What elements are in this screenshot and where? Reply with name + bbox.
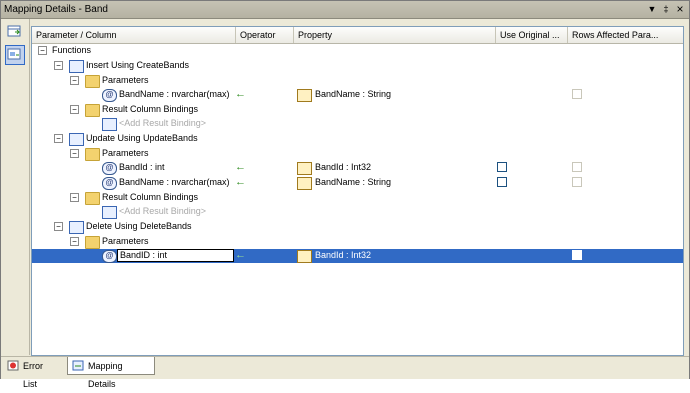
tab-label: Mapping Details [88, 361, 123, 389]
parameter-icon: @ [102, 177, 117, 190]
tree-row-delete-parameters[interactable]: − Parameters [32, 235, 683, 249]
window-position-dropdown-icon[interactable]: ▼ [646, 3, 658, 15]
mapping-arrow-icon: ← [235, 249, 246, 261]
use-original-checkbox[interactable] [497, 177, 507, 187]
folder-icon [85, 236, 100, 249]
parameters-label: Parameters [102, 148, 149, 158]
tree-row-insert-function[interactable]: − Insert Using CreateBands [32, 59, 683, 73]
property-value[interactable]: BandName : String [315, 177, 391, 187]
tree-row-insert-param-bandname[interactable]: @ BandName : nvarchar(max) ← BandName : … [32, 88, 683, 102]
folder-icon [85, 148, 100, 161]
mapping-details-icon [72, 360, 84, 371]
collapse-toggle[interactable]: − [70, 149, 79, 158]
update-function-label: Update Using UpdateBands [86, 133, 198, 143]
add-binding-icon [102, 206, 117, 219]
tree-row-insert-result-bindings[interactable]: − Result Column Bindings [32, 103, 683, 117]
property-value[interactable]: BandId : Int32 [315, 162, 371, 172]
column-header-row: Parameter / Column Operator Property Use… [32, 27, 683, 44]
property-icon [297, 89, 312, 102]
tree-row-update-add-binding[interactable]: <Add Result Binding> [32, 205, 683, 219]
map-to-tables-button[interactable] [5, 22, 25, 42]
auto-hide-pin-icon[interactable]: ‡ [660, 3, 672, 15]
tree-row-update-param-bandid[interactable]: @ BandId : int ← BandId : Int32 [32, 161, 683, 175]
view-toolbar [1, 19, 30, 355]
collapse-toggle[interactable]: − [54, 134, 63, 143]
use-original-checkbox[interactable] [497, 162, 507, 172]
result-bindings-label: Result Column Bindings [102, 104, 199, 114]
add-result-binding-link[interactable]: <Add Result Binding> [119, 206, 206, 216]
column-header-rows-affected[interactable]: Rows Affected Para... [568, 27, 683, 43]
map-to-functions-button[interactable] [5, 45, 25, 65]
title-bar: Mapping Details - Band ▼ ‡ × [1, 1, 689, 19]
collapse-toggle[interactable]: − [38, 46, 47, 55]
tree-row-update-function[interactable]: − Update Using UpdateBands [32, 132, 683, 146]
collapse-toggle[interactable]: − [70, 76, 79, 85]
property-value[interactable]: BandName : String [315, 89, 391, 99]
rows-affected-checkbox [572, 89, 582, 99]
parameter-icon: @ [102, 89, 117, 102]
tree-row-insert-parameters[interactable]: − Parameters [32, 74, 683, 88]
parameters-label: Parameters [102, 75, 149, 85]
key-property-icon [297, 162, 312, 175]
tree-row-functions[interactable]: − Functions [32, 44, 683, 58]
function-icon [69, 221, 84, 234]
insert-function-label: Insert Using CreateBands [86, 60, 190, 70]
mapping-grid[interactable]: Parameter / Column Operator Property Use… [31, 26, 684, 356]
collapse-toggle[interactable]: − [70, 193, 79, 202]
column-header-use-original[interactable]: Use Original ... [496, 27, 568, 43]
close-icon[interactable]: × [674, 3, 686, 15]
mapping-arrow-icon: ← [235, 161, 246, 173]
tab-mapping-details[interactable]: Mapping Details [67, 357, 155, 389]
parameter-icon: @ [102, 250, 117, 263]
add-binding-icon [102, 118, 117, 131]
collapse-toggle[interactable]: − [54, 61, 63, 70]
parameter-label: BandID : int [120, 250, 168, 260]
parameter-label: BandName : nvarchar(max) [119, 89, 230, 99]
collapse-toggle[interactable]: − [54, 222, 63, 231]
folder-icon [85, 75, 100, 88]
result-bindings-label: Result Column Bindings [102, 192, 199, 202]
function-icon [69, 60, 84, 73]
folder-icon [85, 192, 100, 205]
key-property-icon [297, 250, 312, 263]
tree-row-update-param-bandname[interactable]: @ BandName : nvarchar(max) ← BandName : … [32, 176, 683, 190]
tab-error-list[interactable]: Error List [3, 357, 65, 389]
error-list-icon [7, 360, 19, 371]
map-to-functions-icon [7, 48, 21, 60]
window-title: Mapping Details - Band [4, 4, 108, 15]
collapse-toggle[interactable]: − [70, 237, 79, 246]
tree-row-delete-function[interactable]: − Delete Using DeleteBands [32, 220, 683, 234]
tree-row-update-result-bindings[interactable]: − Result Column Bindings [32, 191, 683, 205]
property-value[interactable]: BandId : Int32 [315, 250, 371, 260]
mapping-arrow-icon: ← [235, 176, 246, 188]
functions-label: Functions [52, 45, 92, 55]
rows-affected-checkbox [572, 177, 582, 187]
delete-function-label: Delete Using DeleteBands [86, 221, 192, 231]
tree-row-insert-add-binding[interactable]: <Add Result Binding> [32, 117, 683, 131]
add-result-binding-link[interactable]: <Add Result Binding> [119, 118, 206, 128]
column-header-property[interactable]: Property [294, 27, 496, 43]
mapping-details-window: Mapping Details - Band ▼ ‡ × Parameter /… [0, 0, 690, 389]
bottom-tab-strip: Error List Mapping Details [1, 356, 689, 389]
property-icon [297, 177, 312, 190]
rows-affected-checkbox[interactable] [572, 250, 582, 260]
parameter-label: BandId : int [119, 162, 165, 172]
rows-affected-checkbox [572, 162, 582, 172]
tree-row-update-parameters[interactable]: − Parameters [32, 147, 683, 161]
collapse-toggle[interactable]: − [70, 105, 79, 114]
tree-row-delete-param-bandid[interactable]: @ BandID : int ← BandId : Int32 [32, 249, 683, 263]
column-header-parameter[interactable]: Parameter / Column [32, 27, 236, 43]
tab-label: Error List [23, 361, 43, 389]
function-icon [69, 133, 84, 146]
folder-icon [85, 104, 100, 117]
parameter-icon: @ [102, 162, 117, 175]
parameter-label: BandName : nvarchar(max) [119, 177, 230, 187]
parameters-label: Parameters [102, 236, 149, 246]
map-to-tables-icon [7, 25, 21, 37]
column-header-operator[interactable]: Operator [236, 27, 294, 43]
mapping-arrow-icon: ← [235, 88, 246, 100]
